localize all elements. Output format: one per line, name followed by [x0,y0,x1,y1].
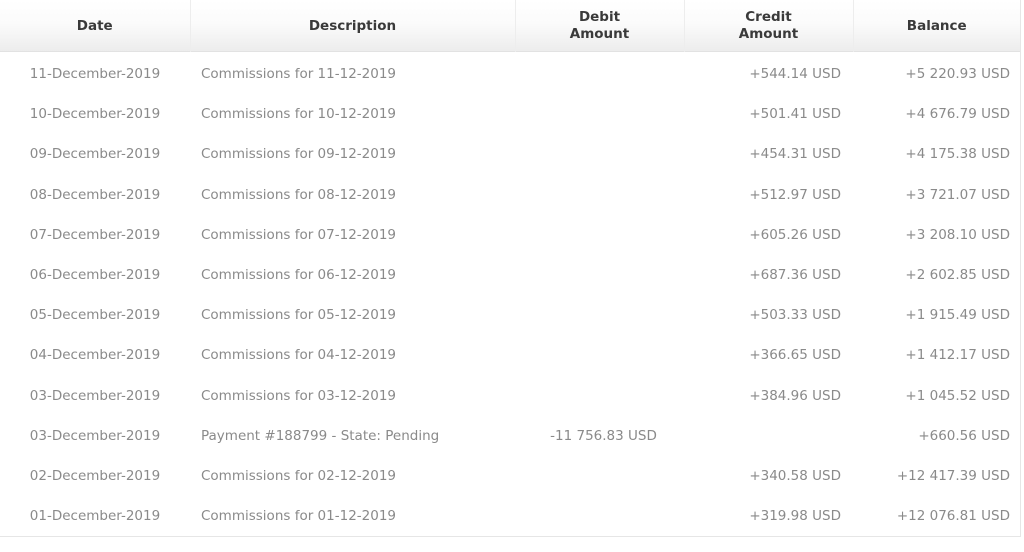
table-header: Date Description Debit Amount Credit Amo… [0,0,1020,52]
table-row: 10-December-2019 Commissions for 10-12-20… [0,94,1020,134]
cell-credit-amount: +454.31 USD [749,146,841,163]
cell-debit-amount [515,52,684,94]
header-date[interactable]: Date [0,0,191,52]
cell-date: 03-December-2019 [29,387,161,404]
cell-description: Commissions for 09-12-2019 [201,146,397,163]
cell-balance: +3 721.07 USD [905,186,1010,203]
table-row: 07-December-2019 Commissions for 07-12-20… [0,215,1020,255]
cell-credit-amount: +503.33 USD [749,307,841,324]
cell-balance: +12 417.39 USD [896,467,1010,484]
cell-credit-amount: +366.65 USD [749,347,841,364]
cell-debit-amount [515,376,684,416]
cell-description: Commissions for 03-12-2019 [201,387,397,404]
table-row: 09-December-2019 Commissions for 09-12-20… [0,134,1020,174]
table-row: 02-December-2019 Commissions for 02-12-20… [0,456,1020,496]
cell-date: 09-December-2019 [29,146,161,163]
cell-balance: +660.56 USD [918,427,1010,444]
table-row: 06-December-2019 Commissions for 06-12-20… [0,255,1020,295]
cell-description: Commissions for 10-12-2019 [201,106,397,123]
table-row: 01-December-2019 Commissions for 01-12-20… [0,496,1020,536]
cell-credit-amount: +340.58 USD [749,467,841,484]
cell-description: Commissions for 11-12-2019 [201,66,397,83]
cell-date: 11-December-2019 [29,66,161,83]
cell-date: 08-December-2019 [29,186,161,203]
cell-debit-amount [515,255,684,295]
cell-description: Payment #188799 - State: Pending [201,427,440,444]
cell-debit-amount [515,295,684,335]
cell-description: Commissions for 02-12-2019 [201,467,397,484]
cell-date: 05-December-2019 [29,307,161,324]
cell-credit-amount: +501.41 USD [749,106,841,123]
cell-credit-amount: +319.98 USD [749,508,841,525]
table-row: 08-December-2019 Commissions for 08-12-20… [0,175,1020,215]
cell-debit-amount [515,496,684,536]
cell-debit-amount [515,94,684,134]
cell-credit-amount: +687.36 USD [749,267,841,284]
cell-debit-amount [515,215,684,255]
cell-balance: +2 602.85 USD [905,267,1010,284]
cell-credit-amount [684,416,853,456]
transactions-table-container: Date Description Debit Amount Credit Amo… [0,0,1021,538]
cell-credit-amount: +605.26 USD [749,226,841,243]
table-row: 11-December-2019 Commissions for 11-12-20… [0,52,1020,94]
table-row: 05-December-2019 Commissions for 05-12-20… [0,295,1020,335]
table-row: 03-December-2019 Payment #188799 - State:… [0,416,1020,456]
header-balance[interactable]: Balance [853,0,1020,52]
cell-balance: +1 915.49 USD [905,307,1010,324]
cell-date: 10-December-2019 [29,106,161,123]
cell-date: 03-December-2019 [29,427,161,444]
cell-debit-amount: -11 756.83 USD [550,427,657,444]
transactions-table: Date Description Debit Amount Credit Amo… [0,0,1020,536]
cell-date: 01-December-2019 [29,508,161,525]
cell-debit-amount [515,456,684,496]
cell-date: 04-December-2019 [29,347,161,364]
header-credit-amount[interactable]: Credit Amount [684,0,854,52]
header-debit-amount[interactable]: Debit Amount [515,0,685,52]
cell-description: Commissions for 04-12-2019 [201,347,397,364]
cell-balance: +1 045.52 USD [905,387,1010,404]
cell-balance: +12 076.81 USD [896,508,1010,525]
cell-credit-amount: +544.14 USD [749,66,841,83]
cell-date: 07-December-2019 [29,226,161,243]
header-row: Date Description Debit Amount Credit Amo… [0,0,1020,52]
cell-description: Commissions for 01-12-2019 [201,508,397,525]
cell-balance: +3 208.10 USD [905,226,1010,243]
table-row: 03-December-2019 Commissions for 03-12-20… [0,376,1020,416]
table-row: 04-December-2019 Commissions for 04-12-20… [0,335,1020,375]
cell-date: 02-December-2019 [29,467,161,484]
cell-description: Commissions for 08-12-2019 [201,186,397,203]
cell-balance: +5 220.93 USD [905,66,1010,83]
table-body: 11-December-2019 Commissions for 11-12-20… [0,52,1020,536]
cell-date: 06-December-2019 [29,267,161,284]
cell-description: Commissions for 07-12-2019 [201,226,397,243]
cell-balance: +4 175.38 USD [905,146,1010,163]
cell-description: Commissions for 05-12-2019 [201,307,397,324]
cell-debit-amount [515,335,684,375]
cell-debit-amount [515,134,684,174]
header-description[interactable]: Description [190,0,516,52]
cell-credit-amount: +512.97 USD [749,186,841,203]
cell-description: Commissions for 06-12-2019 [201,267,397,284]
cell-balance: +4 676.79 USD [905,106,1010,123]
cell-balance: +1 412.17 USD [905,347,1010,364]
cell-debit-amount [515,175,684,215]
cell-credit-amount: +384.96 USD [749,387,841,404]
